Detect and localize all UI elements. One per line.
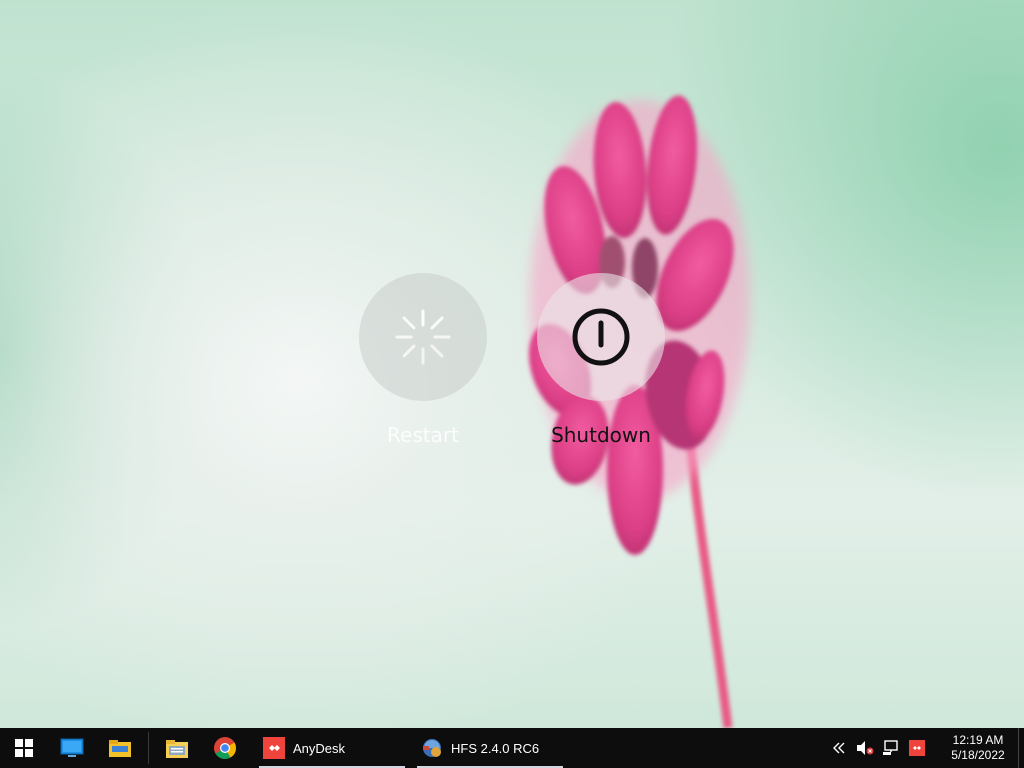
- folder-icon: [166, 740, 188, 758]
- file-explorer-button[interactable]: [96, 728, 144, 768]
- show-desktop-button[interactable]: [1018, 728, 1024, 768]
- volume-muted-icon: [857, 741, 874, 755]
- desktop-wallpaper: [0, 0, 1024, 728]
- taskbar-app-anydesk[interactable]: AnyDesk: [257, 728, 407, 768]
- restart-label: Restart: [387, 423, 459, 447]
- flower-wallpaper-image: [528, 95, 750, 728]
- hfs-icon: [423, 739, 441, 757]
- clock-time: 12:19 AM: [952, 733, 1004, 747]
- show-desktop-pinned-button[interactable]: [48, 728, 96, 768]
- anydesk-tray-icon: [909, 740, 925, 756]
- windows-logo-icon: [15, 739, 33, 757]
- shutdown-button[interactable]: [537, 273, 665, 401]
- system-tray: 12:19 AM 5/18/2022: [826, 728, 1024, 768]
- tray-volume-button[interactable]: [852, 728, 878, 768]
- anydesk-icon: [263, 737, 285, 759]
- taskbar-clock[interactable]: 12:19 AM 5/18/2022: [938, 728, 1018, 768]
- restart-button[interactable]: [359, 273, 487, 401]
- folder-button[interactable]: [153, 728, 201, 768]
- start-button[interactable]: [0, 728, 48, 768]
- loading-spinner-icon: [395, 309, 451, 365]
- tray-anydesk-button[interactable]: [904, 728, 930, 768]
- network-icon: [883, 740, 898, 755]
- chrome-button[interactable]: [201, 728, 249, 768]
- taskbar: AnyDesk HFS 2.4.0 RC6 12:19 AM 5/18/2022: [0, 728, 1024, 768]
- tray-network-button[interactable]: [878, 728, 904, 768]
- restart-option[interactable]: Restart: [358, 273, 488, 447]
- clock-date: 5/18/2022: [951, 748, 1005, 762]
- desktop-icon: [60, 738, 84, 757]
- taskbar-app-hfs[interactable]: HFS 2.4.0 RC6: [415, 728, 565, 768]
- chevron-left-icon: [833, 742, 845, 754]
- power-icon: [572, 308, 630, 366]
- shutdown-label: Shutdown: [551, 423, 651, 447]
- file-explorer-icon: [109, 740, 131, 757]
- tray-overflow-button[interactable]: [826, 728, 852, 768]
- taskbar-app-label: HFS 2.4.0 RC6: [451, 740, 540, 756]
- chrome-icon: [214, 737, 236, 759]
- shutdown-option[interactable]: Shutdown: [536, 273, 666, 447]
- taskbar-app-label: AnyDesk: [293, 740, 346, 756]
- taskbar-divider: [148, 732, 149, 764]
